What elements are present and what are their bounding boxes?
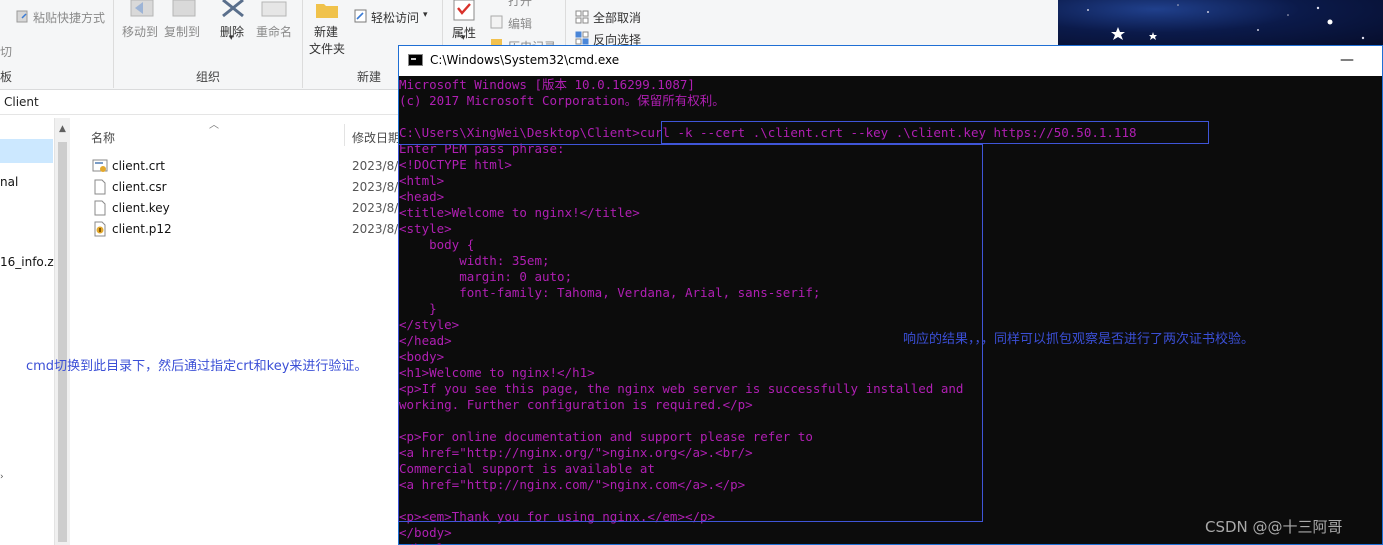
- console-line: </body>: [399, 525, 452, 540]
- annotation-right-note: 响应的结果，，，同样可以抓包观察是否进行了两次证书校验。: [903, 332, 1255, 347]
- highlight-box-response: [398, 144, 983, 522]
- organize-group-label: 组织: [196, 70, 221, 84]
- file-name: client.crt: [112, 159, 166, 173]
- rename-button[interactable]: 重命名: [256, 23, 292, 40]
- file-name: client.key: [112, 201, 170, 215]
- blank-file-icon: [94, 200, 106, 216]
- clipboard-group-label: 板: [0, 70, 13, 84]
- console-line: </html>: [399, 541, 452, 545]
- highlight-box-command: [661, 121, 1209, 144]
- rename-icon: [261, 1, 287, 17]
- desktop-wallpaper: [1058, 0, 1383, 46]
- file-row[interactable]: client.p12 2023/8/: [90, 220, 400, 240]
- edit-icon: [490, 15, 503, 29]
- file-date: 2023/8/: [352, 201, 399, 215]
- blank-file-icon: [94, 179, 106, 195]
- minimize-button[interactable]: —: [1324, 46, 1370, 76]
- nav-expand-icon[interactable]: ›: [0, 472, 4, 482]
- new-group-label: 新建: [357, 70, 382, 84]
- cmd-app-icon: [408, 54, 423, 66]
- paste-shortcut-icon: [16, 10, 28, 23]
- cut-button-partial[interactable]: 切: [0, 43, 12, 60]
- easy-access-icon: [354, 9, 367, 23]
- file-date: 2023/8/: [352, 180, 399, 194]
- sort-ascending-icon: ︿: [209, 120, 219, 131]
- delete-dropdown-icon[interactable]: ▾: [229, 33, 234, 43]
- ribbon-divider: [113, 0, 114, 88]
- file-row[interactable]: client.key 2023/8/: [90, 199, 400, 219]
- file-date: 2023/8/: [352, 159, 399, 173]
- pfx-file-icon: [94, 221, 106, 237]
- easy-access-button[interactable]: 轻松访问: [371, 9, 419, 26]
- certificate-file-icon: [92, 159, 108, 172]
- new-folder-button-line1[interactable]: 新建: [314, 23, 338, 40]
- cmd-window-title: C:\Windows\System32\cmd.exe: [430, 53, 620, 67]
- file-date: 2023/8/: [352, 222, 399, 236]
- select-all-icon: [575, 0, 589, 4]
- invert-selection-icon: [575, 31, 589, 45]
- file-name: client.csr: [112, 180, 167, 194]
- open-button-partial[interactable]: 打开: [508, 0, 532, 9]
- move-to-button[interactable]: 移动到: [122, 23, 158, 40]
- ribbon-divider: [302, 0, 303, 88]
- scroll-up-arrow-icon[interactable]: ▲: [59, 124, 66, 134]
- properties-icon: [453, 0, 475, 21]
- file-row[interactable]: client.csr 2023/8/: [90, 178, 400, 198]
- console-line: (c) 2017 Microsoft Corporation。保留所有权利。: [399, 93, 725, 108]
- copy-to-button[interactable]: 复制到: [164, 23, 200, 40]
- delete-x-icon: [222, 0, 244, 18]
- annotation-left-note: cmd切换到此目录下，然后通过指定crt和key来进行验证。: [26, 359, 368, 374]
- select-none-button[interactable]: 全部取消: [593, 9, 641, 26]
- nav-scrollbar[interactable]: ▲: [54, 118, 70, 545]
- address-bar[interactable]: Client: [0, 91, 400, 115]
- move-to-icon: [130, 0, 154, 17]
- new-folder-icon: [316, 4, 338, 18]
- easy-access-dropdown-icon[interactable]: ▾: [423, 10, 428, 20]
- new-folder-button-line2[interactable]: 文件夹: [309, 40, 345, 57]
- column-header-modified[interactable]: 修改日期: [352, 129, 400, 146]
- properties-dropdown-icon[interactable]: ▾: [461, 33, 466, 43]
- console-line: Microsoft Windows [版本 10.0.16299.1087]: [399, 77, 695, 92]
- stars-decoration: [1087, 4, 1365, 40]
- column-divider[interactable]: [344, 124, 345, 146]
- address-path: Client: [4, 95, 39, 109]
- paste-shortcut-button[interactable]: 粘贴快捷方式: [33, 9, 105, 26]
- edit-button[interactable]: 编辑: [508, 15, 532, 32]
- nav-item-partial[interactable]: nal: [0, 175, 18, 189]
- cmd-title-bar[interactable]: C:\Windows\System32\cmd.exe —: [399, 46, 1382, 76]
- csdn-watermark: CSDN @@十三阿哥: [1205, 518, 1343, 536]
- select-none-icon: [575, 10, 589, 24]
- scrollbar-thumb[interactable]: [58, 142, 67, 542]
- nav-selected-item[interactable]: [0, 139, 53, 163]
- copy-to-icon: [172, 0, 196, 17]
- file-row[interactable]: client.crt 2023/8/: [90, 157, 400, 177]
- file-name: client.p12: [112, 222, 172, 236]
- column-header-name[interactable]: 名称: [91, 129, 115, 146]
